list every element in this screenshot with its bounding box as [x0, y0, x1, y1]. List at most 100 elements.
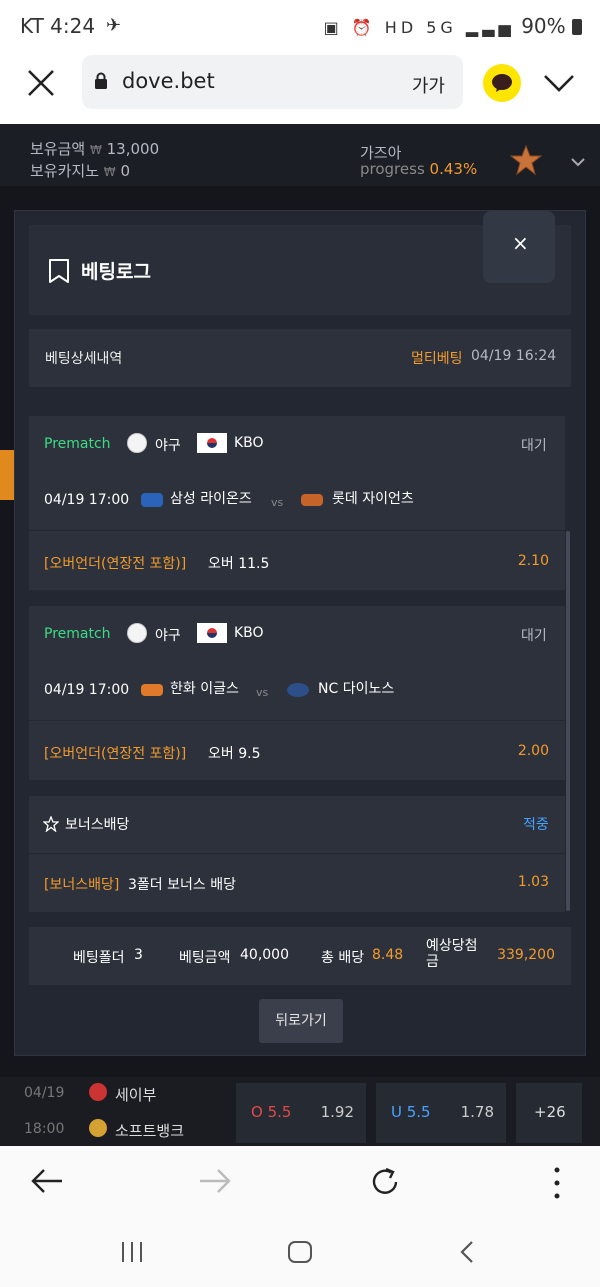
bet-status: 대기: [521, 628, 547, 644]
match-date: 04/19: [24, 1085, 65, 1101]
browser-toolbar: dove.bet 가가: [0, 52, 600, 124]
bet-status: 대기: [521, 438, 547, 454]
recent-apps-icon[interactable]: [120, 1241, 144, 1263]
back-arrow-icon[interactable]: [30, 1168, 64, 1194]
league-name: KBO: [234, 435, 264, 451]
kakaotalk-icon[interactable]: [483, 64, 521, 102]
text-size-button[interactable]: 가가: [412, 72, 445, 98]
back-button[interactable]: 뒤로가기: [259, 999, 343, 1043]
market-name: [오버언더(연장전 포함)]: [44, 746, 187, 762]
bonus-title: 보너스배당: [65, 817, 130, 833]
baseball-icon: [127, 623, 147, 643]
team-logo-icon: [141, 684, 163, 696]
detail-label: 베팅상세내역: [45, 351, 123, 367]
more-menu-icon[interactable]: [552, 1166, 562, 1200]
reload-icon[interactable]: [369, 1166, 401, 1198]
sport-name: 야구: [155, 628, 181, 644]
balance-label: 보유금액: [30, 140, 86, 158]
korea-flag-icon: [197, 623, 227, 643]
status-bar: KT 4:24 ✈ ▣ ⏰ HD 5G ▂▃▅ 90%: [0, 0, 600, 52]
team-logo-icon: [301, 494, 323, 506]
team1-name: 세이부: [115, 1086, 157, 1104]
balance-value: 13,000: [106, 140, 160, 158]
bookmark-icon: [47, 258, 71, 284]
under-label: U 5.5: [391, 1103, 431, 1121]
browser-bottom-bar: [0, 1146, 600, 1287]
team-logo-icon: [89, 1119, 107, 1137]
bet-type: 멀티베팅: [411, 351, 463, 367]
scrollbar[interactable]: [566, 531, 570, 911]
app-notification-icon: ✈: [106, 15, 122, 36]
status-right: ▣ ⏰ HD 5G ▂▃▅ 90%: [324, 14, 582, 38]
progress-value: 0.43%: [429, 160, 478, 178]
league-name: KBO: [234, 625, 264, 641]
bonus-odds: 1.03: [517, 874, 549, 890]
modal-header: 베팅로그 ×: [29, 211, 571, 315]
amount-label: 베팅금액: [179, 950, 231, 966]
progress-label: progress: [360, 160, 425, 178]
background-match-row: 04/19 18:00 세이부 소프트뱅크 O 5.5 1.92 U 5.5 1…: [0, 1077, 600, 1146]
away-team: NC 다이노스: [318, 681, 395, 697]
account-chevron-icon[interactable]: [570, 154, 586, 167]
korea-flag-icon: [197, 433, 227, 453]
close-tab-icon[interactable]: [26, 68, 56, 98]
bet-odds: 2.00: [517, 743, 549, 759]
market-name: [오버언더(연장전 포함)]: [44, 556, 187, 572]
bonus-item: 보너스배당 적중 [보너스배당] 3폴더 보너스 배당 1.03: [29, 796, 565, 912]
bet-item: Prematch 야구 KBO 대기 04/19 17:00 삼성 라이온즈 v…: [29, 416, 565, 590]
over-odds-button[interactable]: O 5.5 1.92: [236, 1083, 366, 1143]
casino-label: 보유카지노: [30, 162, 100, 180]
close-button[interactable]: ×: [483, 211, 555, 283]
folders-label: 베팅폴더: [73, 950, 125, 966]
system-icons: ▣ ⏰ HD 5G ▂▃▅: [323, 18, 515, 37]
vs-label: vs: [271, 496, 284, 509]
lock-icon: [95, 72, 107, 89]
address-bar[interactable]: dove.bet 가가: [82, 55, 463, 109]
casino-currency: ₩: [103, 165, 116, 179]
bet-detail-header: 베팅상세내역 멀티베팅 04/19 16:24: [29, 329, 571, 387]
bet-datetime: 04/19 16:24: [471, 348, 557, 364]
under-odds-button[interactable]: U 5.5 1.78: [376, 1083, 506, 1143]
over-label: O 5.5: [251, 1103, 292, 1121]
vs-label: vs: [256, 686, 269, 699]
system-back-icon[interactable]: [459, 1240, 475, 1264]
bonus-status: 적중: [523, 817, 549, 833]
baseball-icon: [127, 433, 147, 453]
over-odds: 1.92: [320, 1103, 354, 1121]
account-bar: 보유금액 ₩ 13,000 보유카지노 ₩ 0 가즈아 progress 0.4…: [0, 124, 600, 186]
home-team: 한화 이글스: [170, 681, 239, 697]
balance-currency: ₩: [89, 143, 102, 157]
bet-summary: 베팅폴더 3 베팅금액 40,000 총 배당 8.48 예상당첨금 339,2…: [29, 927, 571, 985]
team2-name: 소프트뱅크: [115, 1122, 185, 1140]
bonus-pick: 3폴더 보너스 배당: [128, 877, 236, 893]
chevron-down-icon[interactable]: [542, 70, 576, 96]
home-team: 삼성 라이온즈: [170, 491, 252, 507]
amount-value: 40,000: [240, 947, 289, 963]
modal-title: 베팅로그: [81, 261, 151, 283]
close-icon: ×: [512, 231, 529, 255]
prematch-tag: Prematch: [44, 436, 111, 452]
folders-value: 3: [134, 947, 143, 963]
background-orange-tab: [0, 450, 14, 500]
more-markets-button[interactable]: +26: [516, 1083, 582, 1143]
battery-icon: [572, 19, 582, 35]
forward-arrow-icon[interactable]: [198, 1168, 232, 1194]
total-odds-label: 총 배당: [321, 950, 365, 966]
status-time: KT 4:24: [20, 14, 96, 38]
bonus-market: [보너스배당]: [44, 877, 120, 893]
battery-text: 90%: [521, 14, 566, 38]
team-logo-icon: [141, 493, 163, 507]
team-logo-icon: [89, 1083, 107, 1101]
away-team: 롯데 자이언츠: [332, 491, 414, 507]
total-odds-value: 8.48: [372, 947, 404, 963]
bet-pick: 오버 9.5: [208, 746, 261, 762]
under-odds: 1.78: [460, 1103, 494, 1121]
expected-label: 예상당첨금: [426, 938, 478, 970]
match-time: 18:00: [24, 1121, 65, 1137]
home-icon[interactable]: [287, 1240, 313, 1264]
team-logo-icon: [287, 683, 309, 697]
betting-log-modal: 베팅로그 × 베팅상세내역 멀티베팅 04/19 16:24 Prematch …: [14, 210, 586, 1056]
match-datetime: 04/19 17:00: [44, 682, 130, 698]
level-star-icon: [509, 144, 543, 176]
bet-odds: 2.10: [517, 553, 549, 569]
